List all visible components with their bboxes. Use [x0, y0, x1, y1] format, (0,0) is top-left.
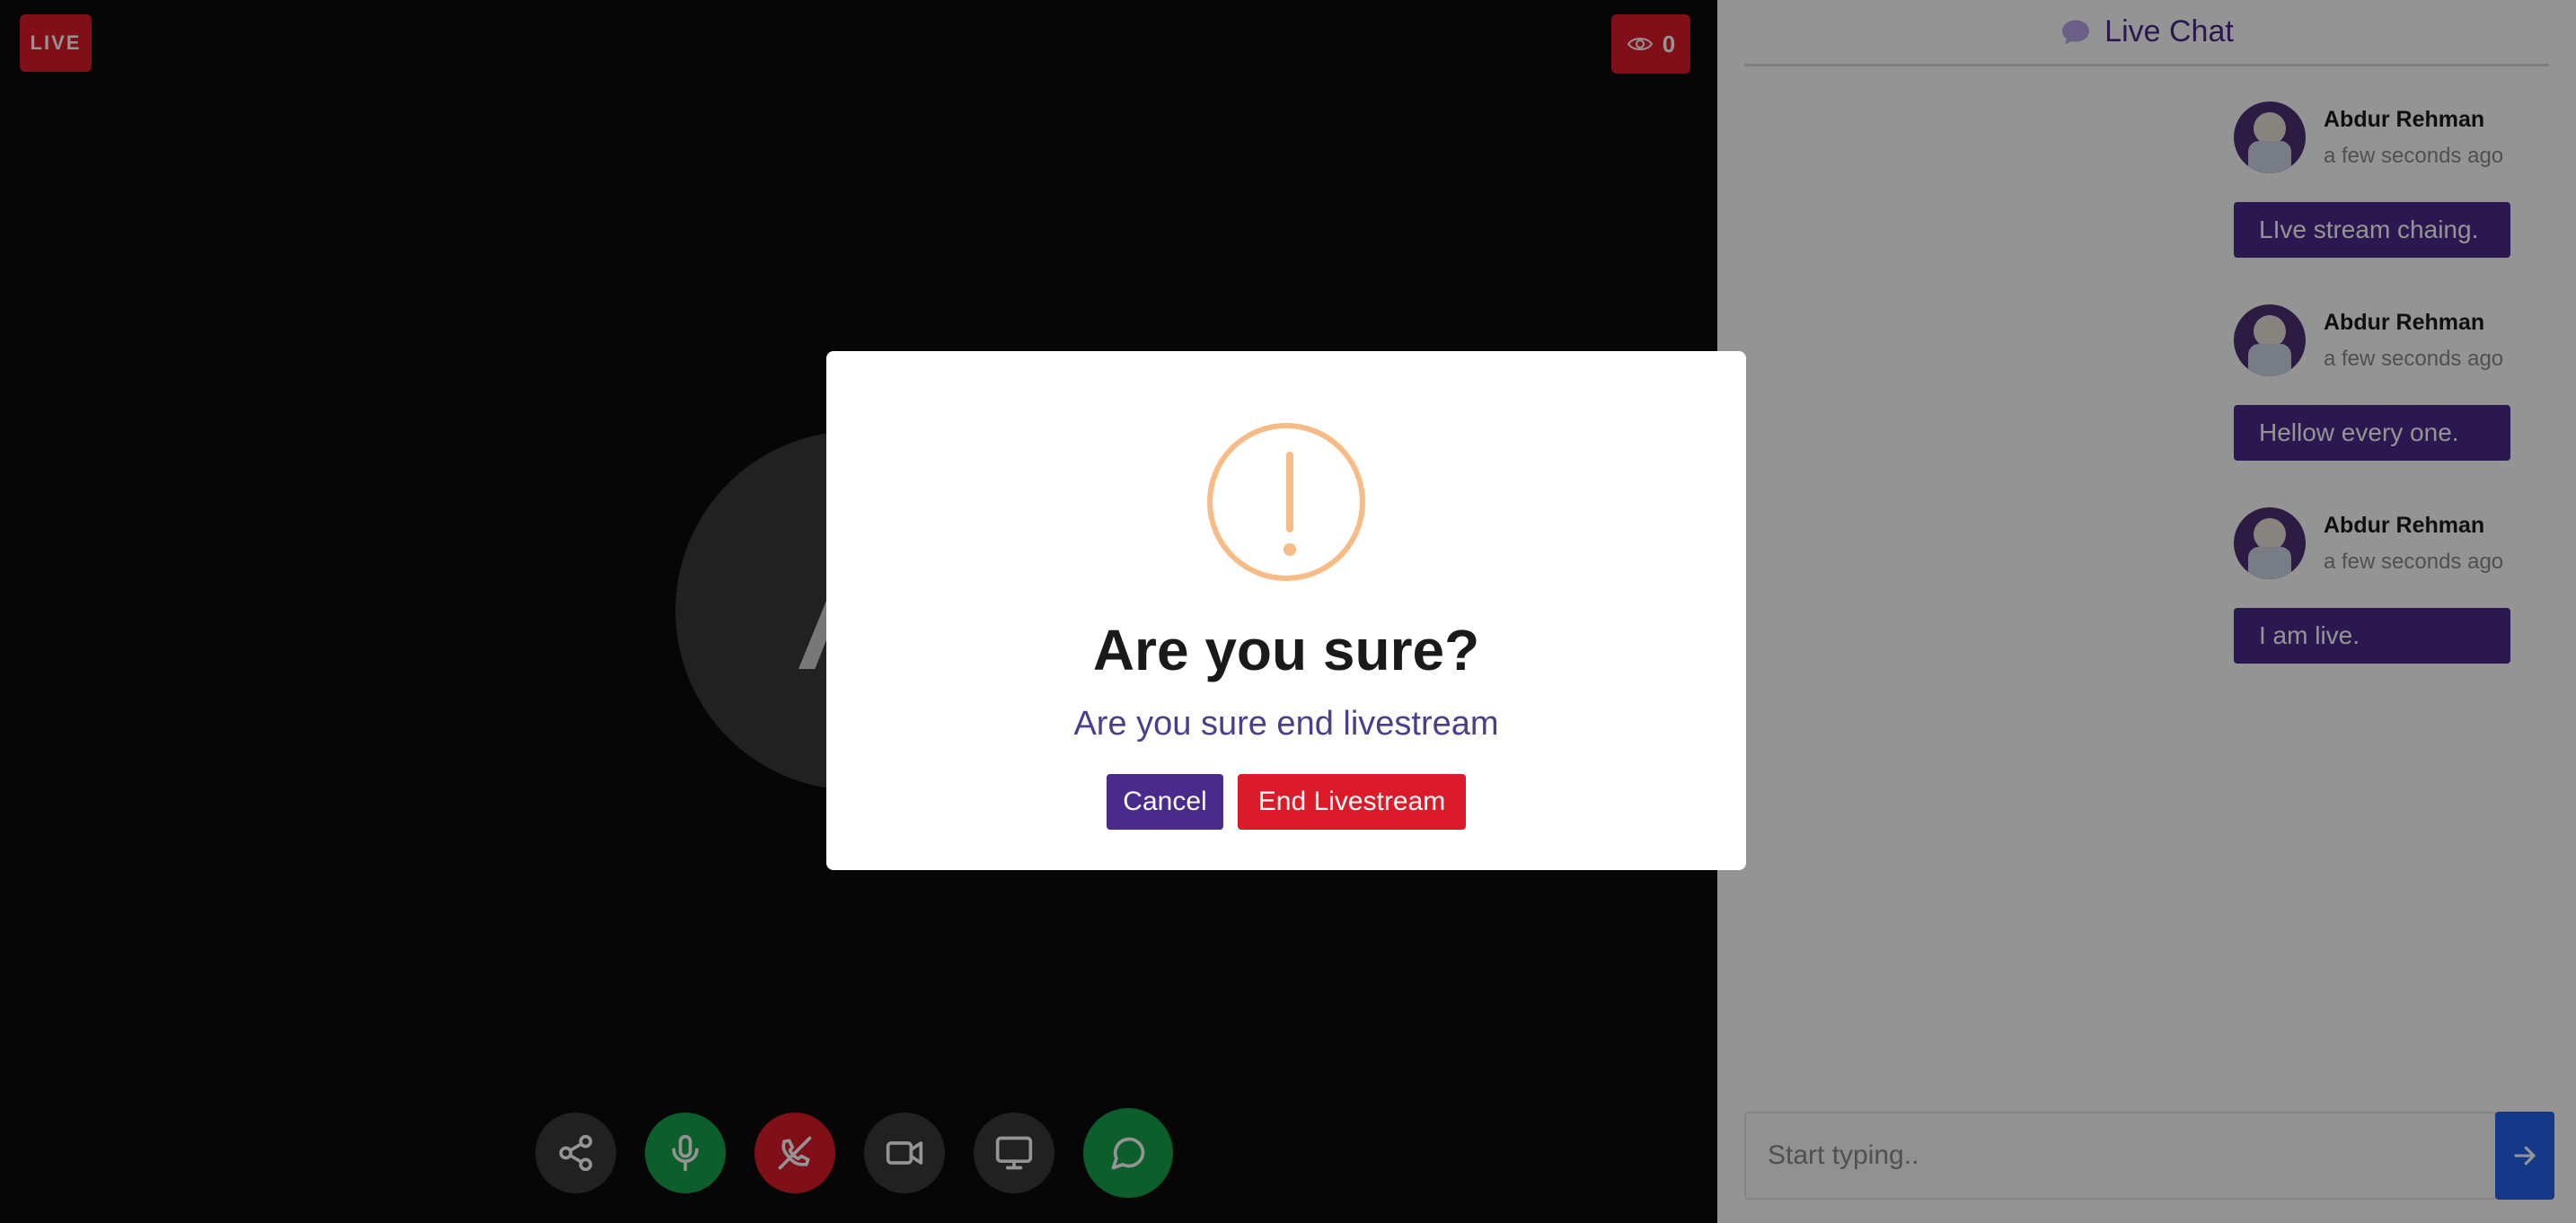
end-livestream-button[interactable]: End Livestream [1238, 774, 1466, 830]
cancel-button[interactable]: Cancel [1107, 774, 1223, 830]
dialog-actions: Cancel End Livestream [1107, 774, 1466, 830]
warning-icon [1207, 423, 1365, 581]
confirm-dialog: Are you sure? Are you sure end livestrea… [826, 351, 1746, 870]
modal-overlay[interactable]: Are you sure? Are you sure end livestrea… [0, 0, 2576, 1223]
dialog-text: Are you sure end livestream [1073, 705, 1499, 743]
dialog-title: Are you sure? [1092, 618, 1480, 682]
